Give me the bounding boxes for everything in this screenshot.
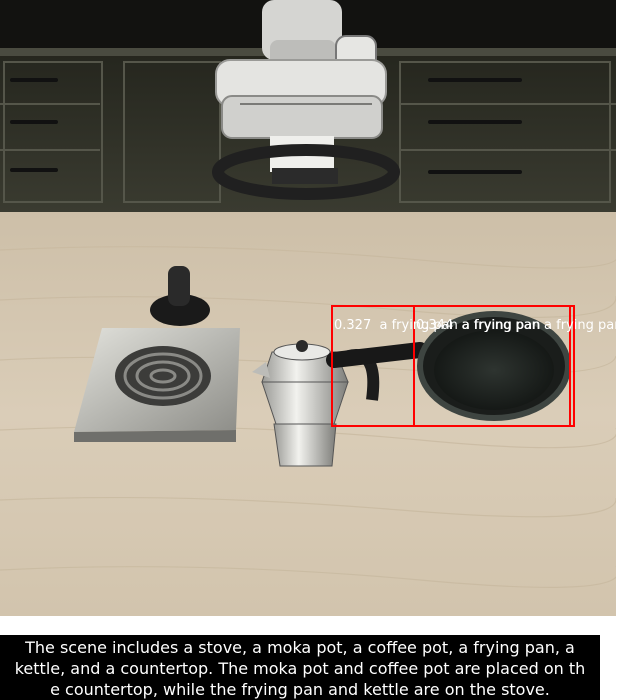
- detection-text-2: a frying pan a frying pan: [461, 318, 616, 333]
- caption-line-2: kettle, and a countertop. The moka pot a…: [14, 659, 586, 678]
- detection-label-2: 0.344 a frying pan a frying pan: [416, 318, 616, 334]
- caption-line-3: e countertop, while the frying pan and k…: [50, 680, 550, 699]
- kitchen-scene-render: [0, 0, 616, 616]
- detection-score-1: 0.327: [334, 318, 372, 333]
- stove: [74, 328, 240, 442]
- caption-box: The scene includes a stove, a moka pot, …: [0, 635, 600, 700]
- detection-score-2: 0.344: [416, 318, 454, 333]
- caption-line-1: The scene includes a stove, a moka pot, …: [25, 638, 575, 657]
- scene-image: 0.327 a frying pan a frying pan 0.344 a …: [0, 0, 616, 616]
- frying-pan-handle: [326, 342, 428, 368]
